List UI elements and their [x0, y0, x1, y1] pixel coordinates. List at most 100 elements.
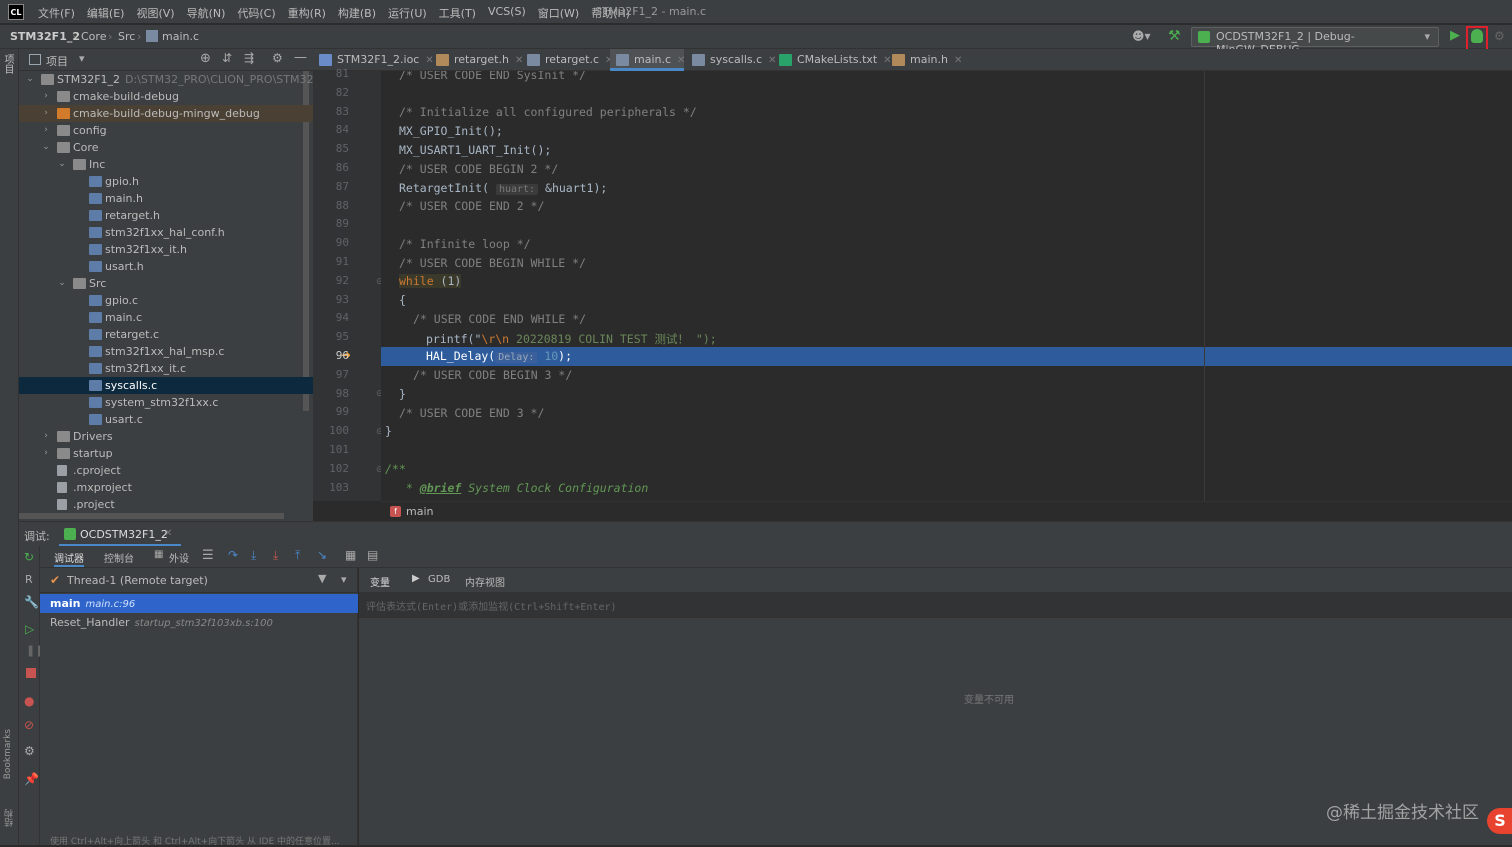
debug-session-tab[interactable]: OCDSTM32F1_2 [80, 528, 168, 541]
settings-icon[interactable]: ⚙ [24, 744, 35, 758]
chevron-down-icon[interactable]: ▾ [79, 52, 85, 65]
tree-item[interactable]: stm32f1xx_hal_conf.h [19, 224, 313, 241]
menu-item-0[interactable]: 文件(F) [38, 5, 75, 21]
tree-item[interactable]: › Drivers [19, 428, 313, 445]
resume-icon[interactable]: ▷ [25, 622, 34, 636]
close-icon[interactable]: ✕ [164, 528, 172, 539]
tree-item[interactable]: main.c [19, 309, 313, 326]
tab-main-h[interactable]: main.h ✕ [886, 49, 962, 71]
chevron-right-icon[interactable]: › [41, 428, 51, 445]
evaluate-icon[interactable]: ▦ [345, 548, 356, 562]
bookmarks-tool-window-button[interactable]: Bookmarks [3, 729, 13, 779]
tree-item[interactable]: usart.h [19, 258, 313, 275]
tree-item[interactable]: ⌄ Src [19, 275, 313, 292]
tab-syscalls-c[interactable]: syscalls.c ✕ [686, 49, 777, 71]
restore-icon[interactable]: R [25, 573, 33, 586]
step-out-icon[interactable]: ⤒ [295, 548, 300, 563]
chevron-right-icon[interactable]: › [41, 122, 51, 139]
step-over-icon[interactable]: ↷ [228, 548, 238, 562]
user-icon[interactable]: ☻▾ [1132, 29, 1151, 43]
menu-icon[interactable]: ☰ [202, 548, 214, 563]
tree-item[interactable]: gpio.h [19, 173, 313, 190]
tree-item[interactable]: stm32f1xx_hal_msp.c [19, 343, 313, 360]
tree-item[interactable]: retarget.c [19, 326, 313, 343]
chevron-right-icon[interactable]: › [41, 88, 51, 105]
tab-memory-view[interactable]: 内存视图 [465, 574, 505, 589]
hide-icon[interactable]: — [294, 50, 307, 65]
breadcrumb-project[interactable]: STM32F1_2 [10, 30, 80, 43]
locate-icon[interactable]: ⊕ [200, 51, 211, 66]
tree-item[interactable]: .project [19, 496, 313, 513]
menu-item-4[interactable]: 代码(C) [237, 5, 275, 21]
run-configuration-select[interactable]: OCDSTM32F1_2 | Debug-MinGW_DEBUG ▾ [1191, 27, 1439, 56]
chevron-right-icon[interactable]: › [41, 445, 51, 462]
project-tool-window-button[interactable]: 项目 [2, 54, 15, 84]
tree-item[interactable]: stm32f1xx_it.h [19, 241, 313, 258]
chevron-down-icon[interactable]: ⌄ [25, 71, 35, 88]
menu-item-3[interactable]: 导航(N) [187, 5, 226, 21]
run-to-cursor-icon[interactable]: ↘ [317, 548, 327, 562]
chevron-down-icon[interactable]: ⌄ [57, 275, 67, 292]
evaluate-expression-input[interactable]: 评估表达式(Enter)或添加监视(Ctrl+Shift+Enter) [359, 593, 1512, 618]
breadcrumb-src[interactable]: Src [118, 30, 135, 43]
collapse-all-icon[interactable]: ⇶ [244, 51, 254, 65]
tree-item[interactable]: › config [19, 122, 313, 139]
expand-all-icon[interactable]: ⇵ [222, 51, 232, 65]
menu-item-1[interactable]: 编辑(E) [87, 5, 125, 21]
chevron-down-icon[interactable]: ⌄ [41, 139, 51, 156]
tab-cmakelists-txt[interactable]: CMakeLists.txt ✕ [773, 49, 892, 71]
tab-console[interactable]: 控制台 [104, 550, 134, 565]
tree-item[interactable]: ⌄ Core [19, 139, 313, 156]
menu-item-8[interactable]: 工具(T) [439, 5, 476, 21]
thread-selector[interactable]: ✔ Thread-1 (Remote target) ▼ ▾ [40, 568, 358, 593]
editor-gutter[interactable]: ➜ ⊝ ⊝ ⊝ ⊝ 81 82 83 84 85 86 87 88 89 90 91 92 93 94 95… [313, 67, 384, 501]
tree-item[interactable]: stm32f1xx_it.c [19, 360, 313, 377]
tree-item[interactable]: system_stm32f1xx.c [19, 394, 313, 411]
pin-icon[interactable]: 📌 [24, 772, 39, 786]
force-step-into-icon[interactable]: ⤓ [273, 548, 278, 563]
tab-variables[interactable]: 变量 [370, 574, 390, 589]
editor-breadcrumb-main[interactable]: main [406, 505, 433, 518]
filter-icon[interactable]: ▼ [318, 572, 326, 585]
stack-frame[interactable]: Reset_Handler startup_stm32f103xb.s:100 [40, 613, 358, 632]
run-icon[interactable]: ▶ [1450, 28, 1460, 43]
menu-item-2[interactable]: 视图(V) [136, 5, 174, 21]
tree-item[interactable]: gpio.c [19, 292, 313, 309]
attach-icon[interactable]: ⚙ [1494, 29, 1505, 43]
tree-item[interactable]: ⌄ Inc [19, 156, 313, 173]
debug-bug-icon[interactable] [1471, 29, 1483, 43]
stop-icon[interactable] [26, 668, 36, 678]
tree-item[interactable]: › startup [19, 445, 313, 462]
tree-item[interactable]: main.h [19, 190, 313, 207]
close-icon[interactable]: ✕ [954, 55, 962, 66]
tab-debugger[interactable]: 调试器 [54, 550, 84, 567]
rerun-icon[interactable]: ↻ [24, 550, 34, 564]
chevron-right-icon[interactable]: › [41, 105, 51, 122]
tree-item[interactable]: syscalls.c [19, 377, 313, 394]
close-icon[interactable]: ✕ [677, 55, 685, 66]
tab-retarget-c[interactable]: retarget.c✕ [521, 49, 613, 71]
tree-hscrollbar[interactable] [19, 513, 284, 519]
code-editor[interactable]: /* USER CODE END SysInit */ /* Initializ… [381, 71, 1512, 501]
project-panel-title[interactable]: 项目 [46, 53, 68, 69]
step-into-icon[interactable]: ⤓ [251, 548, 256, 563]
tab-retarget-h[interactable]: retarget.h ✕ [430, 49, 523, 71]
tree-item[interactable]: .cproject [19, 462, 313, 479]
breadcrumb-file[interactable]: main.c [162, 30, 199, 43]
menu-item-6[interactable]: 构建(B) [338, 5, 376, 21]
layout-icon[interactable]: ▤ [367, 548, 378, 562]
view-breakpoints-icon[interactable]: ● [24, 694, 34, 708]
tree-item[interactable]: usart.c [19, 411, 313, 428]
breadcrumb-core[interactable]: Core [81, 30, 106, 43]
tab-peripherals[interactable]: 外设 [169, 550, 189, 565]
mute-breakpoints-icon[interactable]: ⊘ [24, 718, 34, 732]
gear-icon[interactable]: ⚙ [272, 51, 283, 65]
tab-gdb[interactable]: GDB [428, 574, 450, 585]
menu-item-10[interactable]: 窗口(W) [538, 5, 579, 21]
tree-item[interactable]: ⌄ STM32F1_2 D:\STM32_PRO\CLION_PRO\STM32F1 [19, 71, 313, 88]
stack-frame[interactable]: main main.c:96 [40, 594, 358, 613]
tree-item[interactable]: .mxproject [19, 479, 313, 496]
menu-item-7[interactable]: 运行(U) [388, 5, 427, 21]
tree-item[interactable]: retarget.h [19, 207, 313, 224]
menu-item-5[interactable]: 重构(R) [288, 5, 326, 21]
